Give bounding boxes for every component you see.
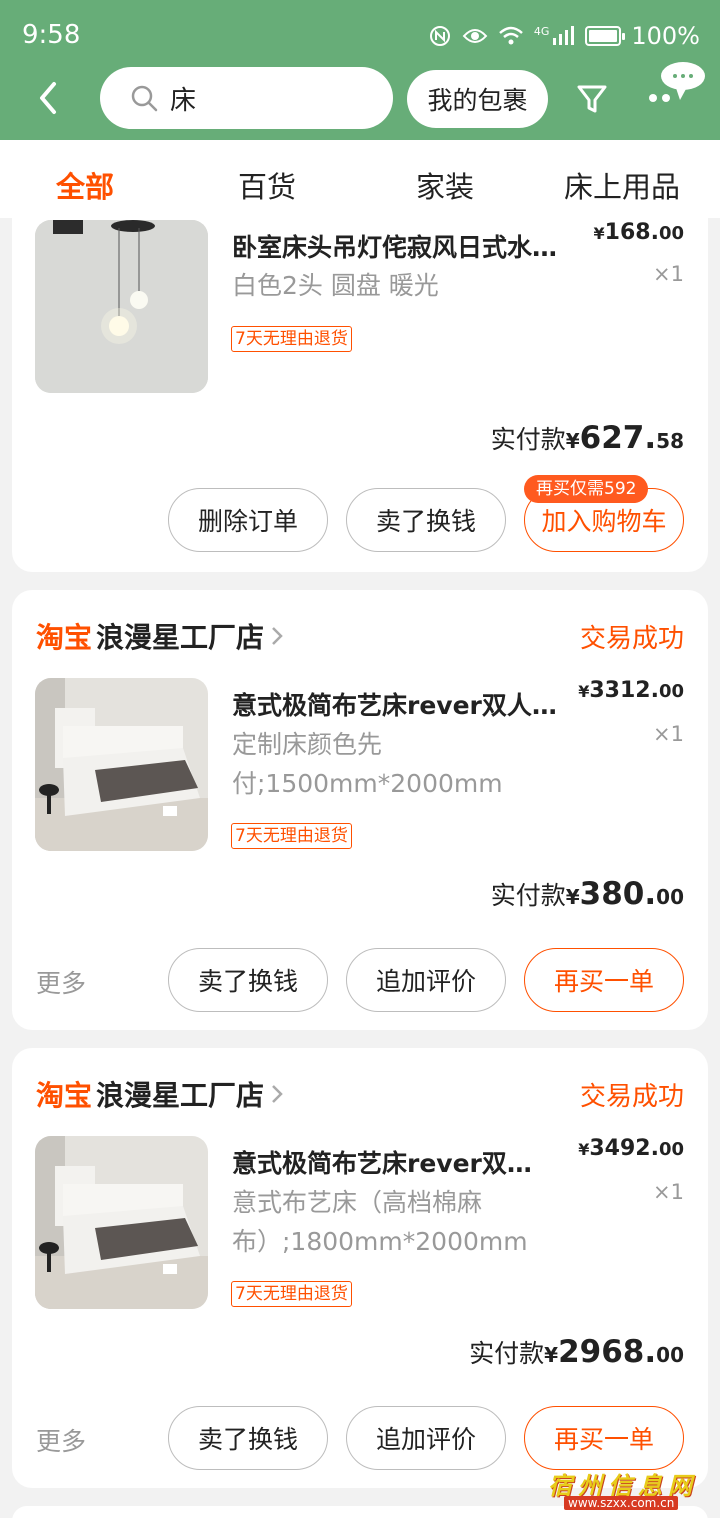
- shop-link[interactable]: 淘宝 浪漫星工厂店: [36, 616, 284, 656]
- rebuy-price-badge: 再买仅需592: [524, 475, 649, 503]
- category-tabs: 全部 百货 家装 床上用品: [0, 140, 720, 218]
- more-options-link[interactable]: 更多: [36, 1422, 86, 1458]
- search-input[interactable]: 床: [100, 67, 393, 129]
- buy-again-button[interactable]: 再买一单: [524, 1406, 684, 1470]
- taobao-logo: 淘宝: [36, 1079, 93, 1112]
- search-icon: [131, 85, 158, 112]
- paid-amount: 实付款¥2968.00: [469, 1334, 684, 1370]
- battery-percent: 100%: [631, 22, 700, 50]
- product-price: ¥3492.00: [578, 1136, 684, 1161]
- signal-icon: [553, 26, 575, 45]
- order-card: 卧室床头吊灯侘寂风日式水… 白色2头 圆盘 暖光 7天无理由退货 ¥168.00…: [12, 218, 708, 572]
- battery-icon: [585, 26, 626, 46]
- shop-name: 浪漫星工厂店: [96, 1079, 265, 1112]
- tab-general-goods[interactable]: 百货: [238, 164, 296, 206]
- wifi-icon: [499, 26, 523, 45]
- taobao-logo: 淘宝: [36, 621, 93, 654]
- paid-amount: 实付款¥627.58: [490, 420, 684, 456]
- delete-order-button[interactable]: 删除订单: [168, 488, 328, 552]
- sell-for-cash-button[interactable]: 卖了换钱: [168, 948, 328, 1012]
- my-package-button[interactable]: 我的包裹: [407, 70, 548, 128]
- product-quantity: ×1: [653, 722, 684, 746]
- product-image-lamp[interactable]: [35, 220, 208, 393]
- chevron-right-icon: [272, 627, 283, 645]
- status-bar: 9:58 4G 100%: [0, 0, 720, 70]
- shop-name: 浪漫星工厂店: [96, 621, 265, 654]
- product-price: ¥168.00: [593, 220, 684, 245]
- status-icons: 4G 100%: [428, 22, 700, 50]
- tab-all[interactable]: 全部: [56, 164, 114, 206]
- eye-icon: [462, 29, 488, 43]
- shop-link[interactable]: 淘宝 浪漫星工厂店: [36, 1074, 284, 1114]
- product-title[interactable]: 意式极简布艺床rever双人…: [232, 686, 557, 722]
- paid-amount: 实付款¥380.00: [490, 876, 684, 912]
- nfc-icon: [429, 26, 450, 46]
- product-image-bed[interactable]: [35, 1136, 208, 1309]
- site-watermark: 宿州信息网 www.szxx.com.cn: [548, 1466, 698, 1512]
- back-arrow-icon[interactable]: [30, 78, 66, 118]
- product-spec: 白色2头 圆盘 暖光: [232, 271, 439, 300]
- more-options-link[interactable]: 更多: [36, 964, 86, 1000]
- watermark-url: www.szxx.com.cn: [564, 1496, 679, 1510]
- sell-for-cash-button[interactable]: 卖了换钱: [346, 488, 506, 552]
- top-header: 9:58 4G 100% 床 我的包裹: [0, 0, 720, 140]
- product-title[interactable]: 卧室床头吊灯侘寂风日式水…: [232, 228, 557, 264]
- return-policy-tag: 7天无理由退货: [231, 1281, 352, 1307]
- product-quantity: ×1: [653, 1180, 684, 1204]
- product-spec: 意式布艺床（高档棉麻 布）;1800mm*2000mm: [232, 1188, 528, 1256]
- order-card: 淘宝 浪漫星工厂店 交易成功 意式极简布艺床rever双… 意式布艺床（高档棉麻…: [12, 1048, 708, 1488]
- chevron-right-icon: [272, 1085, 283, 1103]
- trade-status: 交易成功: [579, 1082, 684, 1112]
- buy-again-button[interactable]: 再买一单: [524, 948, 684, 1012]
- return-policy-tag: 7天无理由退货: [231, 326, 352, 352]
- product-price: ¥3312.00: [578, 678, 684, 703]
- sell-for-cash-button[interactable]: 卖了换钱: [168, 1406, 328, 1470]
- product-quantity: ×1: [653, 262, 684, 286]
- add-review-button[interactable]: 追加评价: [346, 948, 506, 1012]
- network-type: 4G: [533, 24, 550, 38]
- trade-status: 交易成功: [579, 624, 684, 654]
- product-title[interactable]: 意式极简布艺床rever双…: [232, 1144, 532, 1180]
- product-image-bed[interactable]: [35, 678, 208, 851]
- order-card: 淘宝 浪漫星工厂店 交易成功 意式极简布艺床rever双人… 定制床颜色先 付;1…: [12, 590, 708, 1030]
- more-chat-icon[interactable]: [648, 60, 708, 110]
- tab-bedding[interactable]: 床上用品: [564, 164, 680, 206]
- return-policy-tag: 7天无理由退货: [231, 823, 352, 849]
- add-review-button[interactable]: 追加评价: [346, 1406, 506, 1470]
- search-query: 床: [170, 85, 197, 116]
- product-spec: 定制床颜色先 付;1500mm*2000mm: [232, 730, 503, 798]
- status-time: 9:58: [22, 20, 81, 50]
- filter-icon[interactable]: [575, 82, 609, 116]
- tab-home-decor[interactable]: 家装: [416, 164, 474, 206]
